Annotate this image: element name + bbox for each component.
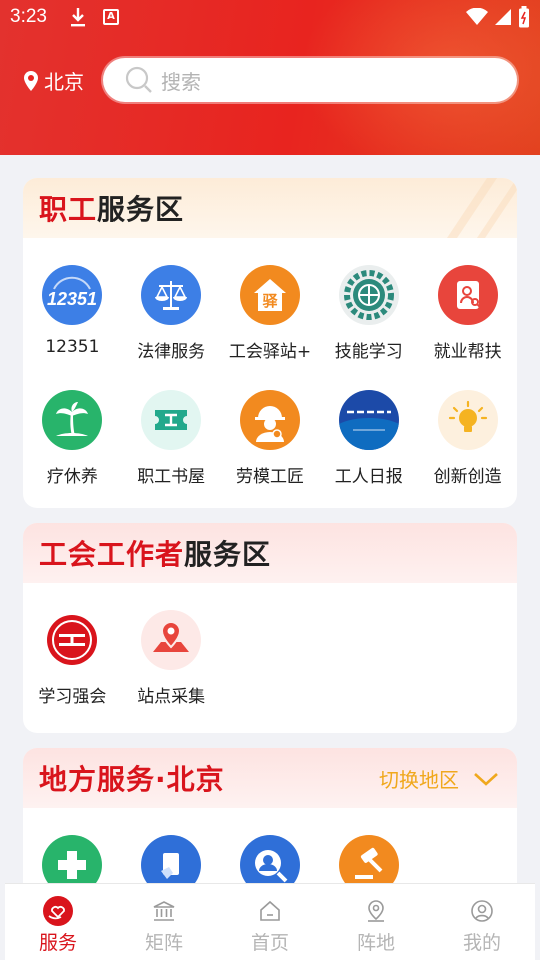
svg-text:12351: 12351: [47, 289, 97, 309]
service-heart-icon: [43, 896, 73, 926]
section-title: 职工服务区: [39, 193, 185, 226]
union-emblem-icon: [42, 610, 103, 670]
location-pin-icon: [361, 896, 391, 926]
service-label: 站点采集: [137, 687, 206, 707]
tab-positions[interactable]: 阵地: [323, 884, 429, 960]
service-item-12351[interactable]: 12351 12351: [23, 265, 122, 362]
service-label: 工会驿站+: [228, 342, 312, 362]
location-selector[interactable]: 北京: [22, 66, 84, 95]
palm-tree-icon: [42, 390, 103, 450]
service-item-bookstore[interactable]: 职工书屋: [122, 390, 221, 487]
service-grid: 学习强会 站点采集: [23, 583, 517, 707]
section-worker-services: 职工服务区 12351 12351 法律服务 驿 工会驿站+ 技能学习 就业帮扶…: [23, 178, 517, 508]
service-label: 职工书屋: [137, 467, 206, 487]
search-placeholder: 搜索: [161, 69, 201, 94]
service-grid: 12351 12351 法律服务 驿 工会驿站+ 技能学习 就业帮扶 疗休养 职…: [23, 238, 517, 487]
status-indicators: [466, 6, 530, 28]
service-item-site-collection[interactable]: 站点采集: [122, 610, 221, 707]
tab-label: 首页: [250, 932, 289, 954]
home-icon: [255, 896, 285, 926]
header-stripes-decoration: [447, 178, 517, 238]
section-header: 地方服务·北京 切换地区: [23, 748, 517, 808]
workers-daily-icon: [338, 390, 399, 450]
section-title: 工会工作者服务区: [39, 538, 272, 571]
battery-icon: [519, 6, 529, 28]
tab-service[interactable]: 服务: [5, 884, 111, 960]
gear-globe-icon: [338, 265, 399, 325]
station-house-icon: 驿: [239, 265, 300, 325]
bookstore-icon: [141, 390, 202, 450]
job-profile-icon: [437, 265, 498, 325]
service-item-station[interactable]: 驿 工会驿站+: [221, 265, 320, 362]
service-label: 法律服务: [137, 342, 206, 362]
city-label: 北京: [44, 70, 84, 94]
tab-label: 阵地: [356, 932, 395, 954]
service-item-model-workers[interactable]: 劳模工匠: [221, 390, 320, 487]
chevron-down-icon: [474, 772, 498, 786]
map-pin-icon: [141, 610, 202, 670]
hotline-12351-icon: 12351: [42, 265, 103, 325]
service-label: 劳模工匠: [235, 467, 304, 487]
section-header: 职工服务区: [23, 178, 517, 238]
status-bar: 3:23 A: [0, 0, 540, 38]
bottom-tab-bar: 服务 矩阵 首页 阵地 我的: [5, 883, 535, 960]
lightbulb-icon: [437, 390, 498, 450]
service-label: 疗休养: [46, 467, 98, 487]
tab-home[interactable]: 首页: [217, 884, 323, 960]
section-header: 工会工作者服务区: [23, 523, 517, 583]
tab-label: 服务: [38, 932, 77, 954]
service-item-skills[interactable]: 技能学习: [319, 265, 418, 362]
app-notification-icon: A: [103, 9, 119, 25]
service-item-study[interactable]: 学习强会: [23, 610, 122, 707]
status-time: 3:23: [10, 6, 47, 27]
user-profile-icon: [467, 896, 497, 926]
service-label: 技能学习: [334, 342, 403, 362]
service-item-innovation[interactable]: 创新创造: [418, 390, 517, 487]
service-item-legal[interactable]: 法律服务: [122, 265, 221, 362]
service-item-workers-daily[interactable]: 工人日报: [319, 390, 418, 487]
tab-mine[interactable]: 我的: [429, 884, 535, 960]
service-item-employment[interactable]: 就业帮扶: [418, 265, 517, 362]
service-label: 创新创造: [433, 467, 502, 487]
service-label: 12351: [45, 337, 100, 357]
worker-helmet-icon: [239, 390, 300, 450]
service-label: 工人日报: [334, 467, 403, 487]
wifi-icon: [466, 8, 488, 25]
tab-matrix[interactable]: 矩阵: [111, 884, 217, 960]
service-item-recuperation[interactable]: 疗休养: [23, 390, 122, 487]
tab-label: 我的: [462, 932, 501, 954]
search-bar[interactable]: 搜索: [103, 58, 517, 102]
section-union-worker-services: 工会工作者服务区 学习强会 站点采集: [23, 523, 517, 733]
search-icon: [125, 66, 152, 93]
cell-signal-icon: [495, 9, 511, 25]
switch-region-button[interactable]: 切换地区: [379, 764, 499, 793]
location-pin-icon: [24, 70, 38, 91]
service-grid: [23, 808, 517, 895]
download-icon: [71, 8, 85, 27]
scales-icon: [141, 265, 202, 325]
section-title: 地方服务·北京: [39, 763, 225, 796]
tab-label: 矩阵: [144, 932, 183, 954]
svg-text:驿: 驿: [262, 292, 278, 310]
bank-building-icon: [149, 896, 179, 926]
service-label: 就业帮扶: [433, 342, 502, 362]
service-label: 学习强会: [38, 687, 107, 707]
